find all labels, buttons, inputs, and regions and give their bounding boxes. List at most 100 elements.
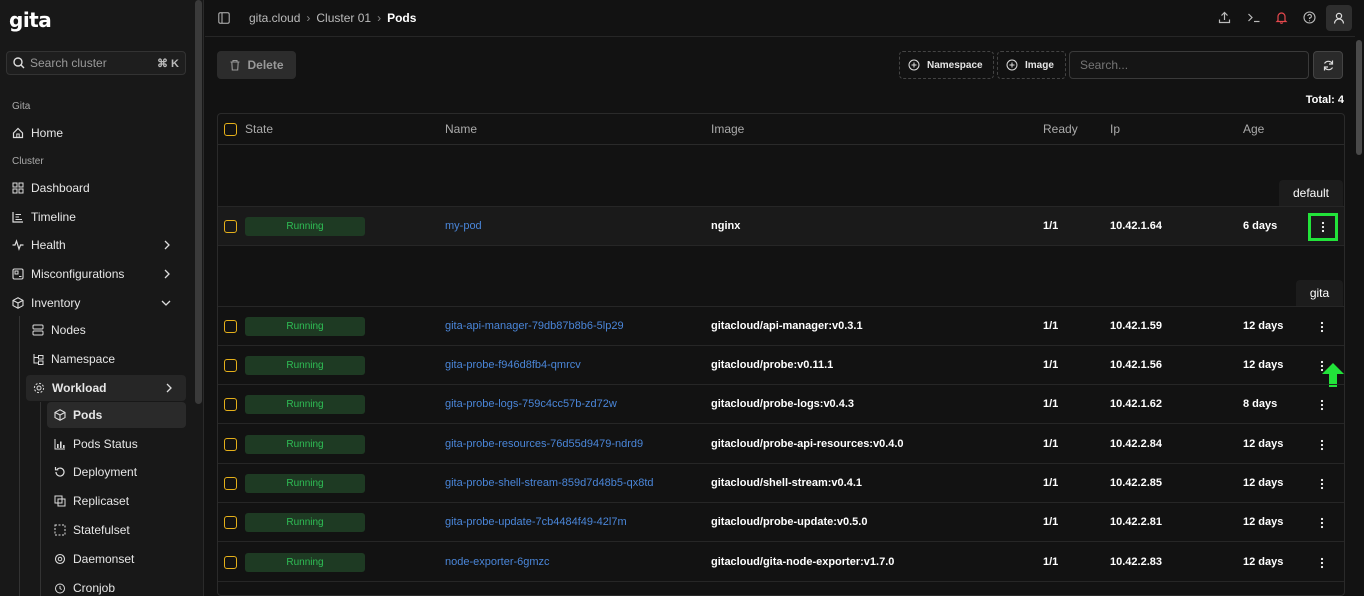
- table-row[interactable]: [218, 582, 1344, 595]
- select-all-checkbox[interactable]: [224, 123, 237, 136]
- sidebar-item-misconfigurations[interactable]: Misconfigurations: [12, 261, 184, 287]
- search-icon: [13, 57, 25, 69]
- grid-icon: [12, 182, 24, 194]
- sidebar-item-inventory[interactable]: Inventory: [12, 290, 184, 316]
- pod-name-link[interactable]: gita-probe-logs-759c4cc57b-zd72w: [445, 398, 617, 410]
- row-checkbox[interactable]: [224, 359, 237, 372]
- header-name[interactable]: Name: [445, 122, 477, 136]
- bar-chart-icon: [54, 439, 65, 450]
- row-checkbox[interactable]: [224, 516, 237, 529]
- sidebar-item-dashboard[interactable]: Dashboard: [12, 175, 90, 201]
- user-icon: [1333, 12, 1345, 24]
- image-filter-button[interactable]: Image: [997, 51, 1066, 79]
- sidebar-item-deployment[interactable]: Deployment: [54, 459, 137, 485]
- header-age[interactable]: Age: [1243, 122, 1264, 136]
- row-checkbox[interactable]: [224, 556, 237, 569]
- pod-image: gitacloud/probe-update:v0.5.0: [711, 516, 868, 528]
- pod-name-link[interactable]: gita-probe-f946d8fb4-qmrcv: [445, 359, 581, 371]
- row-actions-button[interactable]: [1313, 475, 1331, 493]
- refresh-button[interactable]: [1313, 51, 1343, 79]
- pod-name-link[interactable]: my-pod: [445, 220, 482, 232]
- delete-button[interactable]: Delete: [217, 51, 296, 79]
- pod-name-link[interactable]: node-exporter-6gmzc: [445, 556, 550, 568]
- row-actions-button[interactable]: [1308, 213, 1338, 241]
- sidebar-toggle-icon[interactable]: [218, 12, 230, 24]
- row-actions-button[interactable]: [1313, 554, 1331, 572]
- table-row[interactable]: Running node-exporter-6gmzc gitacloud/gi…: [218, 543, 1344, 582]
- pod-search-input[interactable]: [1069, 51, 1309, 79]
- sidebar-item-label: Daemonset: [73, 552, 135, 566]
- app-logo[interactable]: gita: [9, 8, 52, 32]
- pod-ready: 1/1: [1043, 556, 1059, 568]
- pod-name-link[interactable]: gita-api-manager-79db87b8b6-5lp29: [445, 320, 624, 332]
- sidebar-scrollbar[interactable]: [195, 0, 202, 404]
- sidebar-item-replicaset[interactable]: Replicaset: [54, 488, 129, 514]
- pod-name-link[interactable]: gita-probe-resources-76d55d9479-ndrd9: [445, 438, 643, 450]
- sidebar-item-home[interactable]: Home: [12, 120, 63, 146]
- table-row[interactable]: Running gita-probe-shell-stream-859d7d48…: [218, 464, 1344, 503]
- table-row[interactable]: Running gita-api-manager-79db87b8b6-5lp2…: [218, 307, 1344, 346]
- row-actions-button[interactable]: [1313, 318, 1331, 336]
- more-vertical-icon: [1320, 321, 1324, 333]
- dashed-square-icon: [54, 524, 66, 536]
- row-actions-button[interactable]: [1313, 514, 1331, 532]
- table-row[interactable]: Running gita-probe-update-7cb4484f49-42l…: [218, 503, 1344, 542]
- header-state[interactable]: State: [245, 122, 273, 136]
- row-actions-button[interactable]: [1313, 357, 1331, 375]
- sidebar-item-statefulset[interactable]: Statefulset: [54, 517, 130, 543]
- row-checkbox[interactable]: [224, 477, 237, 490]
- help-icon[interactable]: [1303, 11, 1316, 24]
- bell-icon[interactable]: [1275, 11, 1288, 24]
- breadcrumb-root[interactable]: gita.cloud: [249, 11, 300, 25]
- sidebar-item-workload[interactable]: Workload: [26, 375, 186, 401]
- header-ip[interactable]: Ip: [1110, 122, 1120, 136]
- sidebar-item-label: Namespace: [51, 352, 116, 366]
- main-scrollbar[interactable]: [1356, 40, 1362, 155]
- status-badge: Running: [245, 356, 365, 375]
- pod-name-link[interactable]: gita-probe-shell-stream-859d7d48b5-qx8td: [445, 477, 654, 489]
- status-badge: Running: [245, 395, 365, 414]
- row-actions-button[interactable]: [1313, 396, 1331, 414]
- more-vertical-icon: [1320, 399, 1324, 411]
- row-checkbox[interactable]: [224, 438, 237, 451]
- breadcrumb-cluster[interactable]: Cluster 01: [316, 11, 371, 25]
- sidebar-item-label: Workload: [52, 381, 107, 395]
- header-ready[interactable]: Ready: [1043, 122, 1078, 136]
- pod-image: gitacloud/probe-logs:v0.4.3: [711, 398, 855, 410]
- row-checkbox[interactable]: [224, 320, 237, 333]
- table-header: State Name Image Ready Ip Age: [218, 114, 1344, 145]
- sidebar-item-namespace[interactable]: Namespace: [32, 346, 115, 372]
- sidebar-item-daemonset[interactable]: Daemonset: [54, 546, 134, 572]
- tree-guide: [19, 316, 20, 596]
- table-row[interactable]: Running gita-probe-resources-76d55d9479-…: [218, 425, 1344, 464]
- header-image[interactable]: Image: [711, 122, 744, 136]
- pod-image: gitacloud/api-manager:v0.3.1: [711, 320, 863, 332]
- cog-icon: [54, 553, 66, 565]
- terminal-icon[interactable]: [1247, 11, 1261, 24]
- table-row[interactable]: Running gita-probe-f946d8fb4-qmrcv gitac…: [218, 346, 1344, 385]
- chevron-right-icon: [164, 240, 170, 250]
- sidebar-item-pods[interactable]: Pods: [47, 402, 186, 428]
- sidebar-item-nodes[interactable]: Nodes: [32, 317, 86, 343]
- sidebar-item-label: Cronjob: [73, 581, 116, 595]
- sidebar-item-label: Pods Status: [73, 437, 138, 451]
- plus-circle-icon: [908, 59, 920, 71]
- top-bar: gita.cloud › Cluster 01 › Pods: [205, 0, 1355, 37]
- row-actions-button[interactable]: [1313, 436, 1331, 454]
- sidebar-item-pods-status[interactable]: Pods Status: [54, 431, 138, 457]
- namespace-filter-button[interactable]: Namespace: [899, 51, 994, 79]
- pod-ready: 1/1: [1043, 438, 1059, 450]
- user-menu-button[interactable]: [1326, 5, 1352, 31]
- sidebar-item-cronjob[interactable]: Cronjob: [54, 575, 115, 596]
- upload-icon[interactable]: [1218, 11, 1231, 24]
- row-checkbox[interactable]: [224, 398, 237, 411]
- row-checkbox[interactable]: [224, 220, 237, 233]
- sidebar-item-timeline[interactable]: Timeline: [12, 204, 76, 230]
- table-row[interactable]: Running gita-probe-logs-759c4cc57b-zd72w…: [218, 385, 1344, 424]
- sidebar-search[interactable]: Search cluster ⌘ K: [6, 51, 186, 75]
- pod-name-link[interactable]: gita-probe-update-7cb4484f49-42l7m: [445, 516, 627, 528]
- sidebar-item-label: Nodes: [51, 323, 86, 337]
- pod-image: gitacloud/probe:v0.11.1: [711, 359, 834, 371]
- table-row[interactable]: Running my-pod nginx 1/1 10.42.1.64 6 da…: [218, 207, 1344, 246]
- sidebar-item-health[interactable]: Health: [12, 232, 184, 258]
